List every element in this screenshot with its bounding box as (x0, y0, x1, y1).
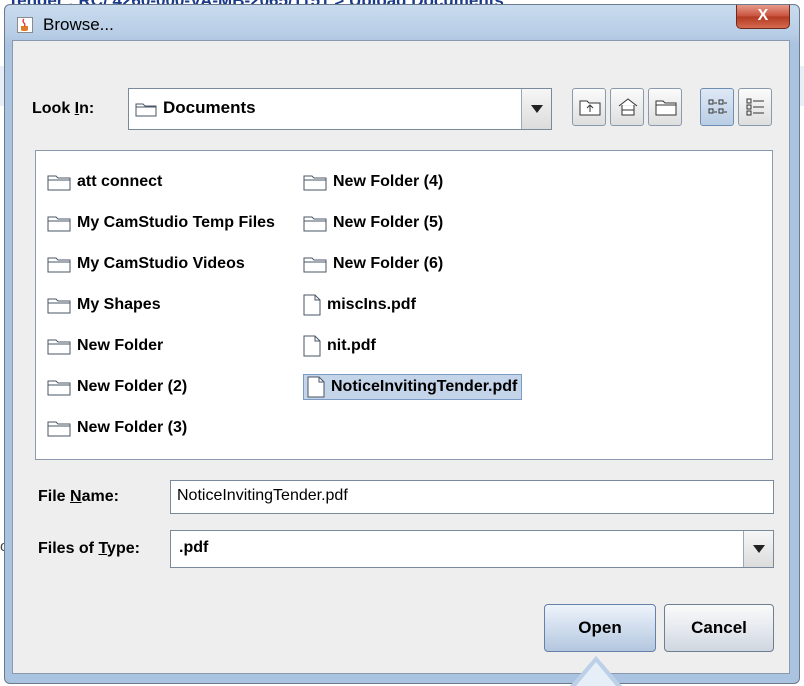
item-label: New Folder (3) (77, 419, 188, 436)
item-label: New Folder (2) (77, 378, 188, 395)
dialog-title: Browse... (43, 15, 114, 34)
folder-icon (47, 257, 71, 273)
folder-item[interactable]: New Folder (3) (47, 415, 187, 441)
open-button[interactable]: Open (544, 604, 656, 652)
folder-icon (47, 298, 71, 314)
file-icon (307, 376, 325, 398)
home-button[interactable] (610, 88, 644, 126)
details-view-icon (746, 98, 764, 116)
cancel-button[interactable]: Cancel (664, 604, 774, 652)
file-item[interactable]: NoticeInvitingTender.pdf (303, 374, 523, 400)
look-in-label: Look In: (32, 100, 95, 117)
folder-icon (47, 175, 71, 191)
home-icon (618, 98, 638, 116)
folder-item[interactable]: New Folder (2) (47, 374, 187, 400)
look-in-dropdown-icon[interactable] (521, 89, 551, 129)
folder-item[interactable]: New Folder (4) (303, 169, 443, 195)
up-one-level-icon (579, 100, 601, 116)
item-label: New Folder (4) (333, 173, 444, 190)
file-item[interactable]: miscIns.pdf (303, 292, 416, 318)
file-icon (303, 294, 321, 316)
file-icon (303, 335, 321, 357)
item-label: My CamStudio Videos (77, 255, 245, 272)
look-in-value: Documents (163, 98, 256, 117)
item-label: nit.pdf (327, 337, 376, 354)
item-label: New Folder (77, 337, 164, 354)
file-name-input[interactable]: NoticeInvitingTender.pdf (170, 480, 774, 514)
files-of-type-dropdown-icon[interactable] (743, 531, 773, 567)
file-list[interactable]: att connect My CamStudio Temp Files My Cam… (35, 150, 773, 460)
new-folder-icon (655, 100, 677, 116)
files-of-type-combo[interactable]: .pdf (170, 530, 774, 568)
folder-item[interactable]: New Folder (5) (303, 210, 443, 236)
item-label: My CamStudio Temp Files (77, 214, 275, 231)
folder-item[interactable]: att connect (47, 169, 162, 195)
callout-pointer-inner (576, 662, 616, 686)
list-view-button[interactable] (700, 88, 734, 126)
files-of-type-value: .pdf (179, 539, 209, 556)
list-view-icon (708, 99, 727, 114)
folder-icon (303, 257, 327, 273)
folder-item[interactable]: My CamStudio Videos (47, 251, 245, 277)
up-one-level-button[interactable] (572, 88, 606, 126)
item-label: New Folder (6) (333, 255, 444, 272)
folder-item[interactable]: New Folder (47, 333, 163, 359)
look-in-combo[interactable]: Documents (128, 88, 552, 130)
close-button[interactable]: X (736, 5, 790, 29)
new-folder-button[interactable] (648, 88, 682, 126)
folder-icon (47, 421, 71, 437)
folder-icon (135, 103, 157, 117)
title-bar[interactable]: Browse... X (5, 5, 799, 45)
java-cup-icon (17, 17, 33, 33)
folder-icon (47, 380, 71, 396)
file-name-label: File Name: (38, 488, 119, 505)
item-label: att connect (77, 173, 163, 190)
item-label: NoticeInvitingTender.pdf (331, 378, 518, 395)
folder-icon (47, 339, 71, 355)
item-label: miscIns.pdf (327, 296, 416, 313)
file-item[interactable]: nit.pdf (303, 333, 376, 359)
files-of-type-label: Files of Type: (38, 540, 140, 557)
folder-icon (47, 216, 71, 232)
folder-icon (303, 175, 327, 191)
item-label: My Shapes (77, 296, 161, 313)
folder-item[interactable]: New Folder (6) (303, 251, 443, 277)
folder-icon (303, 216, 327, 232)
item-label: New Folder (5) (333, 214, 444, 231)
folder-item[interactable]: My CamStudio Temp Files (47, 210, 275, 236)
folder-item[interactable]: My Shapes (47, 292, 161, 318)
details-view-button[interactable] (738, 88, 772, 126)
